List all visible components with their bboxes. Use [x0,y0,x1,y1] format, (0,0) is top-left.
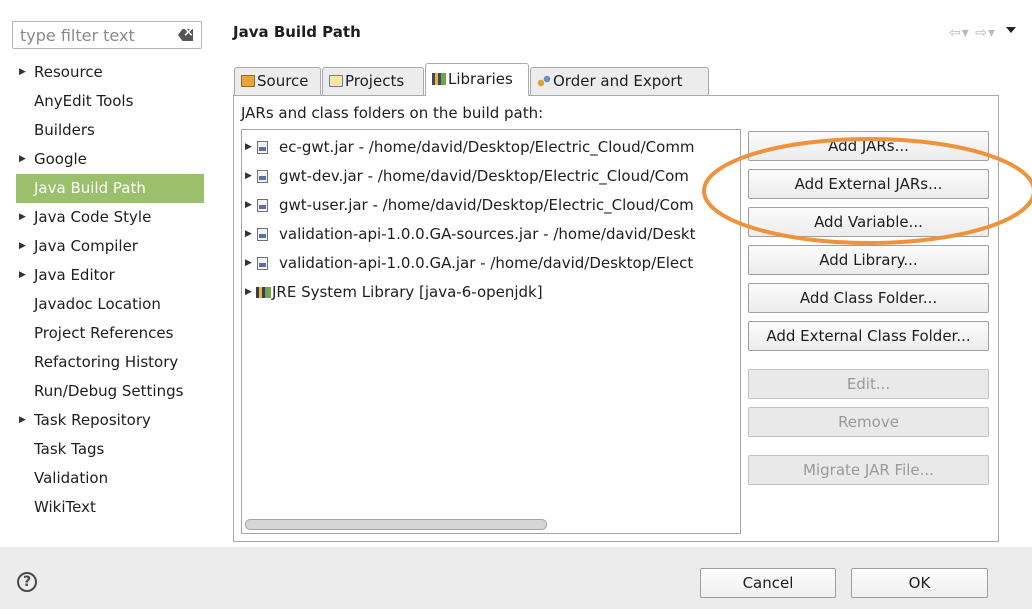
tree-item-label: WikiText [34,498,96,516]
tree-item-validation[interactable]: Validation [0,464,216,493]
list-item[interactable]: ▶ validation-api-1.0.0.GA.jar - /home/da… [242,250,740,277]
jar-icon [257,199,268,212]
tab-source[interactable]: Source [234,67,321,95]
tree-item-java-editor[interactable]: ▶ Java Editor [0,261,216,290]
tree-item-label: Java Build Path [34,179,146,197]
tab-label: Projects [345,72,405,90]
jar-source-icon [257,257,268,270]
source-folder-icon [241,75,255,87]
clear-filter-icon[interactable] [178,29,193,41]
add-variable-button[interactable]: Add Variable... [748,207,989,237]
tab-order-and-export[interactable]: Order and Export [530,67,709,95]
tree-item-label: Task Repository [34,411,151,429]
tree-item-javadoc-location[interactable]: Javadoc Location [0,290,216,319]
list-item[interactable]: ▶ JRE System Library [java-6-openjdk] [242,279,740,306]
edit-button[interactable]: Edit... [748,369,989,399]
expand-arrow-icon[interactable]: ▶ [245,134,252,161]
tree-item-run-debug-settings[interactable]: Run/Debug Settings [0,377,216,406]
tree-item-label: Java Editor [34,266,115,284]
tree-item-java-build-path[interactable]: Java Build Path [16,174,204,203]
tree-item-label: Java Compiler [34,237,138,255]
list-item-label: gwt-dev.jar - /home/david/Desktop/Electr… [279,167,689,185]
libraries-description: JARs and class folders on the build path… [241,104,544,122]
list-item[interactable]: ▶ gwt-user.jar - /home/david/Desktop/Ele… [242,192,740,219]
tree-item-refactoring-history[interactable]: Refactoring History [0,348,216,377]
preference-tree-pane: type filter text ▶ Resource AnyEdit Tools… [0,0,216,547]
tree-item-java-compiler[interactable]: ▶ Java Compiler [0,232,216,261]
tree-item-label: Resource [34,63,103,81]
history-nav-arrows-icon[interactable]: ⇦▾ ⇨▾ [949,25,996,41]
tree-item-project-references[interactable]: Project References [0,319,216,348]
list-item-label: gwt-user.jar - /home/david/Desktop/Elect… [279,196,694,214]
expand-arrow-icon[interactable]: ▶ [19,145,26,174]
tree-item-label: Refactoring History [34,353,179,371]
tree-item-label: Builders [34,121,95,139]
tree-item-task-repository[interactable]: ▶ Task Repository [0,406,216,435]
ok-button[interactable]: OK [851,568,988,598]
list-item-label: ec-gwt.jar - /home/david/Desktop/Electri… [279,138,695,156]
tree-item-label: Project References [34,324,174,342]
libraries-icon [432,73,446,85]
tree-item-google[interactable]: ▶ Google [0,145,216,174]
expand-arrow-icon[interactable]: ▶ [245,192,252,219]
tree-item-wikitext[interactable]: WikiText [0,493,216,522]
add-external-class-folder-button[interactable]: Add External Class Folder... [748,321,989,351]
expand-arrow-icon[interactable]: ▶ [19,203,26,232]
tree-item-label: AnyEdit Tools [34,92,134,110]
add-jars-button[interactable]: Add JARs... [748,131,989,161]
view-menu-icon[interactable] [1006,27,1016,33]
expand-arrow-icon[interactable]: ▶ [245,163,252,190]
list-item-label: validation-api-1.0.0.GA.jar - /home/davi… [279,254,694,272]
list-item[interactable]: ▶ ec-gwt.jar - /home/david/Desktop/Elect… [242,134,740,161]
add-class-folder-button[interactable]: Add Class Folder... [748,283,989,313]
library-list[interactable]: ▶ ec-gwt.jar - /home/david/Desktop/Elect… [241,129,741,534]
migrate-jar-file-button[interactable]: Migrate JAR File... [748,455,989,485]
expand-arrow-icon[interactable]: ▶ [19,261,26,290]
cancel-button[interactable]: Cancel [700,568,836,598]
list-item-label: JRE System Library [java-6-openjdk] [272,283,543,301]
add-library-button[interactable]: Add Library... [748,245,989,275]
filter-input[interactable]: type filter text [12,21,202,49]
libraries-panel: JARs and class folders on the build path… [233,95,999,542]
page-title: Java Build Path [233,23,361,41]
expand-arrow-icon[interactable]: ▶ [245,279,252,306]
tab-projects[interactable]: Projects [322,67,424,95]
jar-icon [257,170,268,183]
tree-item-anyedit-tools[interactable]: AnyEdit Tools [0,87,216,116]
tree-item-label: Run/Debug Settings [34,382,184,400]
expand-arrow-icon[interactable]: ▶ [19,232,26,261]
tab-label: Order and Export [553,72,683,90]
expand-arrow-icon[interactable]: ▶ [245,221,252,248]
tree-item-label: Task Tags [34,440,105,458]
order-export-icon [537,75,551,87]
tree-item-label: Javadoc Location [34,295,161,313]
preference-tree: ▶ Resource AnyEdit Tools Builders ▶ Google… [0,58,216,522]
expand-arrow-icon[interactable]: ▶ [245,250,252,277]
tree-item-task-tags[interactable]: Task Tags [0,435,216,464]
tree-item-java-code-style[interactable]: ▶ Java Code Style [0,203,216,232]
add-external-jars-button[interactable]: Add External JARs... [748,169,989,199]
jar-icon [257,228,268,241]
tab-label: Source [257,72,309,90]
tab-libraries[interactable]: Libraries [425,63,529,96]
expand-arrow-icon[interactable]: ▶ [19,58,26,87]
remove-button[interactable]: Remove [748,407,989,437]
tree-item-builders[interactable]: Builders [0,116,216,145]
list-item[interactable]: ▶ validation-api-1.0.0.GA-sources.jar - … [242,221,740,248]
tree-item-label: Validation [34,469,109,487]
list-item-label: validation-api-1.0.0.GA-sources.jar - /h… [279,225,696,243]
list-item[interactable]: ▶ gwt-dev.jar - /home/david/Desktop/Elec… [242,163,740,190]
horizontal-scrollbar[interactable] [245,519,547,530]
tree-item-label: Google [34,150,87,168]
jar-icon [257,141,268,154]
filter-placeholder: type filter text [20,26,135,45]
library-icon [256,287,271,298]
tree-item-label: Java Code Style [34,208,152,226]
expand-arrow-icon[interactable]: ▶ [19,406,26,435]
tab-label: Libraries [448,70,513,88]
projects-icon [329,75,343,87]
help-icon[interactable]: ? [17,572,37,592]
tree-item-resource[interactable]: ▶ Resource [0,58,216,87]
